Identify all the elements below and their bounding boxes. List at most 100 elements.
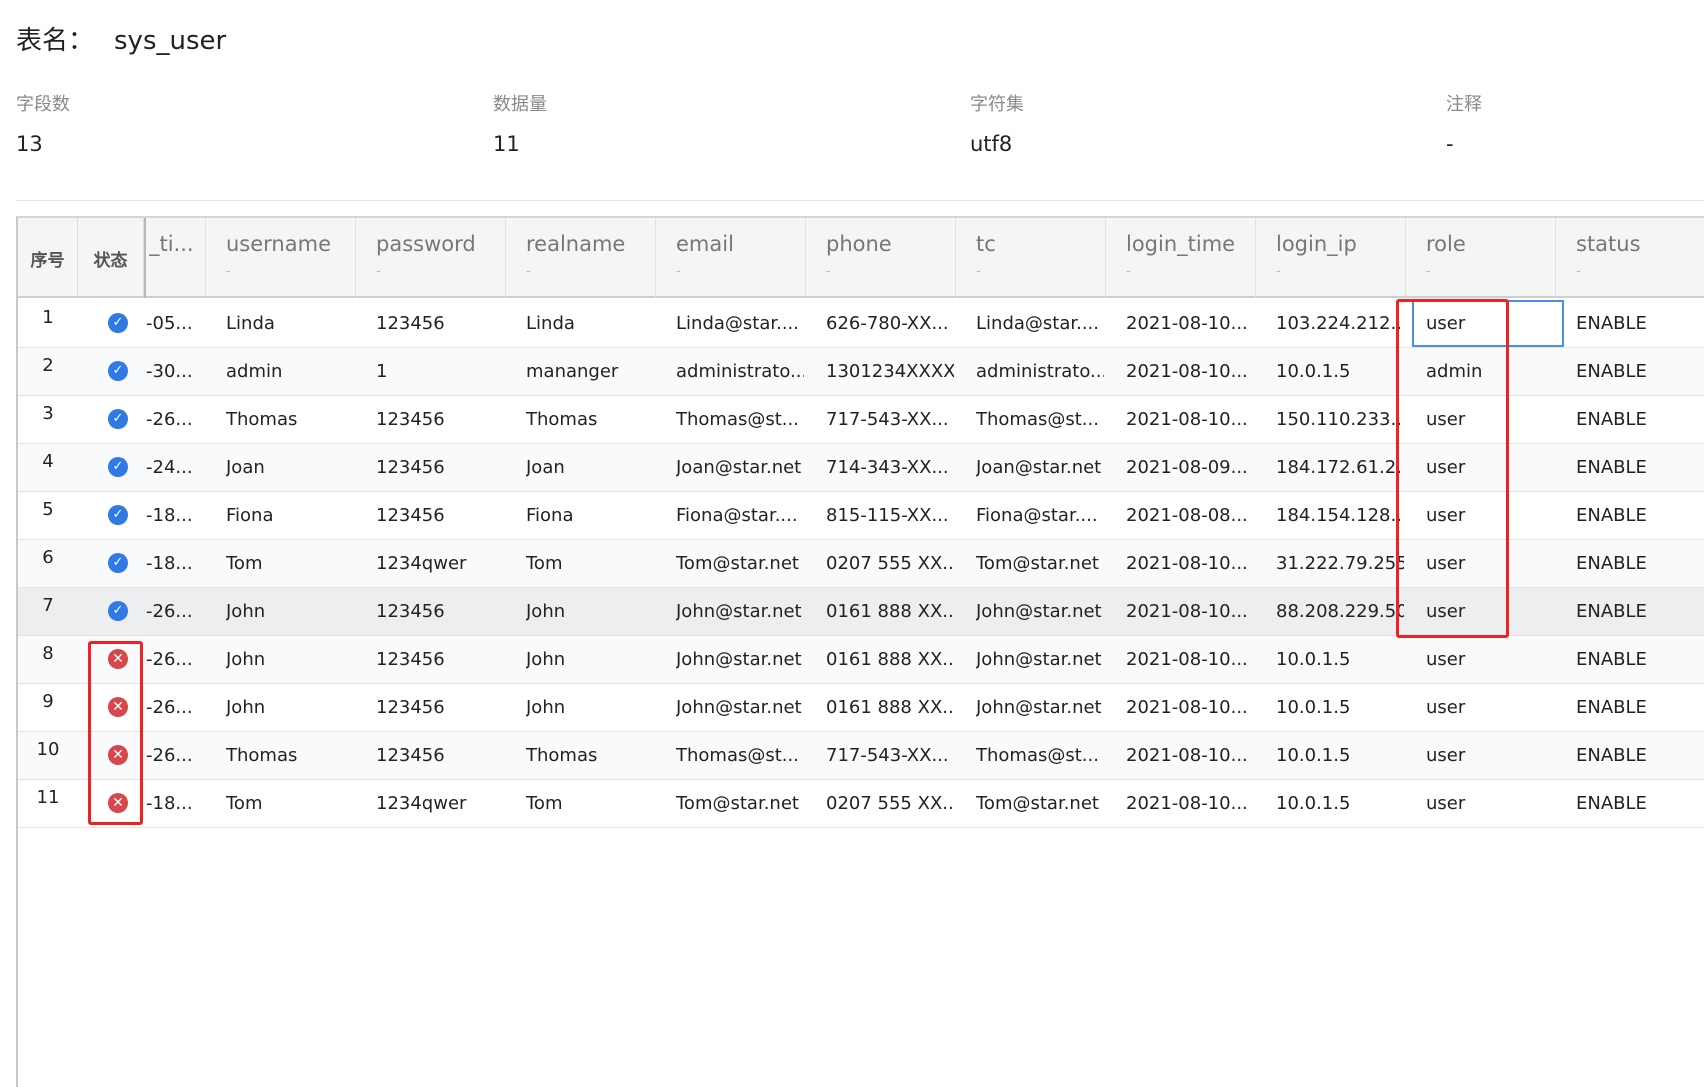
cell-truncated[interactable]: -30...: [146, 348, 204, 395]
cell-username[interactable]: John: [226, 684, 354, 731]
column-header-status[interactable]: status -: [1556, 218, 1704, 298]
cell-tc[interactable]: Linda@star....: [976, 300, 1104, 347]
cell-truncated[interactable]: -18...: [146, 540, 204, 587]
table-row[interactable]: 10 ✕ -26... Thomas 123456 Thomas Thomas@st... 7…: [18, 732, 1704, 780]
cell-role[interactable]: user: [1426, 780, 1554, 827]
cell-email[interactable]: Tom@star.net: [676, 540, 804, 587]
cell-tc[interactable]: John@star.net: [976, 636, 1104, 683]
column-header-truncated[interactable]: _ti...: [145, 218, 206, 298]
cell-status[interactable]: ENABLE: [1576, 492, 1704, 539]
cell-username[interactable]: John: [226, 588, 354, 635]
cell-username[interactable]: Thomas: [226, 732, 354, 779]
cell-login-ip[interactable]: 88.208.229.50: [1276, 588, 1404, 635]
cell-realname[interactable]: Tom: [526, 540, 654, 587]
cell-login-time[interactable]: 2021-08-10...: [1126, 636, 1254, 683]
cell-login-time[interactable]: 2021-08-10...: [1126, 780, 1254, 827]
cell-password[interactable]: 123456: [376, 588, 504, 635]
cell-password[interactable]: 1: [376, 348, 504, 395]
cell-login-time[interactable]: 2021-08-09...: [1126, 444, 1254, 491]
cell-phone[interactable]: 0207 555 XX...: [826, 780, 954, 827]
cell-truncated[interactable]: -18...: [146, 492, 204, 539]
cell-email[interactable]: John@star.net: [676, 684, 804, 731]
cell-email[interactable]: Linda@star....: [676, 300, 804, 347]
cell-login-time[interactable]: 2021-08-10...: [1126, 684, 1254, 731]
cell-login-time[interactable]: 2021-08-10...: [1126, 732, 1254, 779]
cell-login-ip[interactable]: 10.0.1.5: [1276, 780, 1404, 827]
cell-login-time[interactable]: 2021-08-10...: [1126, 588, 1254, 635]
cell-username[interactable]: Joan: [226, 444, 354, 491]
cell-role[interactable]: user: [1426, 684, 1554, 731]
cell-email[interactable]: John@star.net: [676, 636, 804, 683]
cell-status[interactable]: ENABLE: [1576, 684, 1704, 731]
cell-login-time[interactable]: 2021-08-10...: [1126, 396, 1254, 443]
cell-login-time[interactable]: 2021-08-10...: [1126, 300, 1254, 347]
column-header-email[interactable]: email -: [656, 218, 806, 298]
cell-truncated[interactable]: -24...: [146, 444, 204, 491]
cell-realname[interactable]: John: [526, 684, 654, 731]
cell-phone[interactable]: 0161 888 XX...: [826, 684, 954, 731]
cell-status[interactable]: ENABLE: [1576, 348, 1704, 395]
column-header-username[interactable]: username -: [206, 218, 356, 298]
cell-status[interactable]: ENABLE: [1576, 732, 1704, 779]
cell-realname[interactable]: John: [526, 588, 654, 635]
cell-phone[interactable]: 815-115-XX...: [826, 492, 954, 539]
cell-status[interactable]: ENABLE: [1576, 444, 1704, 491]
cell-email[interactable]: Thomas@st...: [676, 396, 804, 443]
cell-realname[interactable]: John: [526, 636, 654, 683]
cell-status[interactable]: ENABLE: [1576, 588, 1704, 635]
cell-truncated[interactable]: -26...: [146, 588, 204, 635]
cell-login-time[interactable]: 2021-08-10...: [1126, 348, 1254, 395]
cell-truncated[interactable]: -26...: [146, 396, 204, 443]
cell-realname[interactable]: Linda: [526, 300, 654, 347]
cell-password[interactable]: 123456: [376, 732, 504, 779]
cell-status[interactable]: ENABLE: [1576, 636, 1704, 683]
cell-phone[interactable]: 626-780-XX...: [826, 300, 954, 347]
cell-truncated[interactable]: -18...: [146, 780, 204, 827]
cell-password[interactable]: 123456: [376, 444, 504, 491]
cell-realname[interactable]: Thomas: [526, 732, 654, 779]
cell-phone[interactable]: 717-543-XX...: [826, 732, 954, 779]
column-header-realname[interactable]: realname -: [506, 218, 656, 298]
cell-role[interactable]: user: [1426, 732, 1554, 779]
cell-realname[interactable]: Fiona: [526, 492, 654, 539]
cell-login-time[interactable]: 2021-08-10...: [1126, 540, 1254, 587]
cell-phone[interactable]: 0207 555 XX...: [826, 540, 954, 587]
cell-tc[interactable]: Thomas@st...: [976, 396, 1104, 443]
cell-username[interactable]: Linda: [226, 300, 354, 347]
cell-email[interactable]: administrato...: [676, 348, 804, 395]
column-header-login-time[interactable]: login_time -: [1106, 218, 1256, 298]
cell-status[interactable]: ENABLE: [1576, 540, 1704, 587]
cell-email[interactable]: Thomas@st...: [676, 732, 804, 779]
cell-tc[interactable]: John@star.net: [976, 684, 1104, 731]
table-row[interactable]: 9 ✕ -26... John 123456 John John@star.net 0161 …: [18, 684, 1704, 732]
cell-login-ip[interactable]: 150.110.233....: [1276, 396, 1404, 443]
cell-truncated[interactable]: -05...: [146, 300, 204, 347]
cell-phone[interactable]: 0161 888 XX...: [826, 588, 954, 635]
cell-email[interactable]: Tom@star.net: [676, 780, 804, 827]
cell-tc[interactable]: administrato...: [976, 348, 1104, 395]
cell-login-ip[interactable]: 10.0.1.5: [1276, 348, 1404, 395]
cell-realname[interactable]: mananger: [526, 348, 654, 395]
cell-username[interactable]: John: [226, 636, 354, 683]
cell-status[interactable]: ENABLE: [1576, 300, 1704, 347]
cell-login-ip[interactable]: 184.172.61.2...: [1276, 444, 1404, 491]
table-row[interactable]: 11 ✕ -18... Tom 1234qwer Tom Tom@star.net 0207 …: [18, 780, 1704, 828]
cell-login-ip[interactable]: 184.154.128....: [1276, 492, 1404, 539]
column-header-role[interactable]: role -: [1406, 218, 1556, 298]
cell-truncated[interactable]: -26...: [146, 732, 204, 779]
cell-role[interactable]: user: [1426, 636, 1554, 683]
cell-realname[interactable]: Thomas: [526, 396, 654, 443]
column-header-password[interactable]: password -: [356, 218, 506, 298]
cell-phone[interactable]: 1301234XXXX: [826, 348, 954, 395]
cell-login-ip[interactable]: 10.0.1.5: [1276, 684, 1404, 731]
cell-password[interactable]: 1234qwer: [376, 780, 504, 827]
cell-email[interactable]: John@star.net: [676, 588, 804, 635]
cell-truncated[interactable]: -26...: [146, 684, 204, 731]
cell-realname[interactable]: Tom: [526, 780, 654, 827]
cell-realname[interactable]: Joan: [526, 444, 654, 491]
cell-login-ip[interactable]: 10.0.1.5: [1276, 732, 1404, 779]
cell-phone[interactable]: 0161 888 XX...: [826, 636, 954, 683]
cell-username[interactable]: admin: [226, 348, 354, 395]
cell-status[interactable]: ENABLE: [1576, 396, 1704, 443]
header-state[interactable]: 状态: [78, 218, 144, 298]
